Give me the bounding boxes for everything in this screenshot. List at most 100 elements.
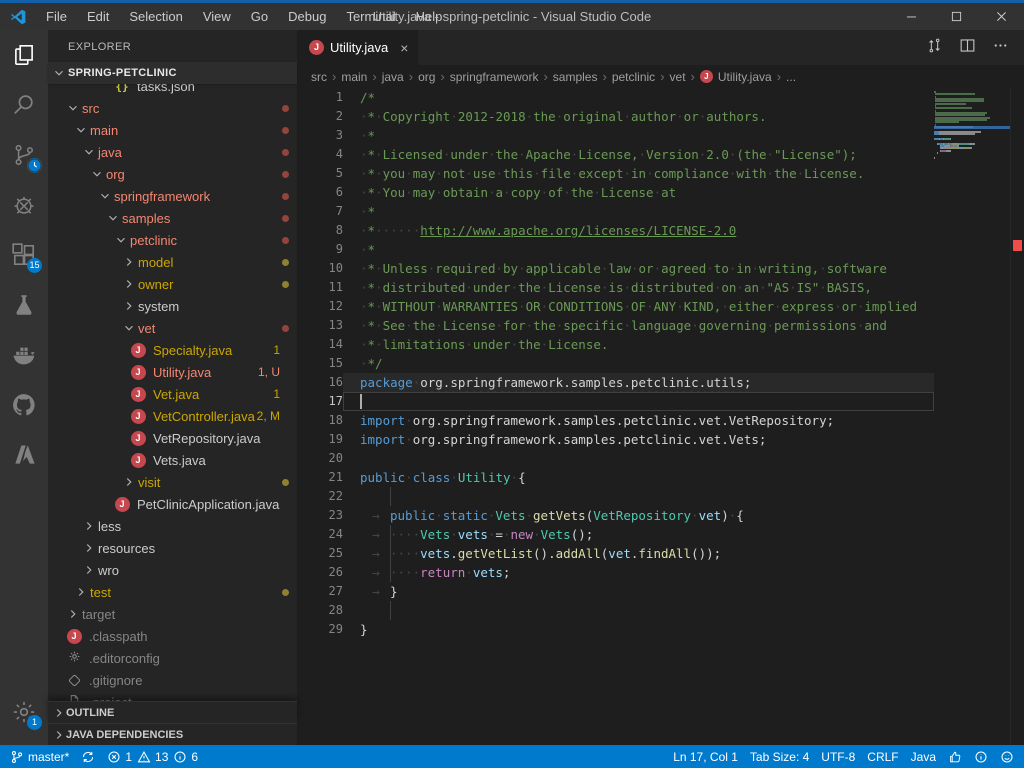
code-line-20[interactable]: 20: [297, 449, 934, 468]
code-line-18[interactable]: 18import·org.springframework.samples.pet…: [297, 411, 934, 430]
code-line-7[interactable]: 7·*: [297, 202, 934, 221]
breadcrumb-item-petclinic[interactable]: petclinic: [612, 70, 655, 84]
overview-ruler[interactable]: [1010, 88, 1024, 745]
code-line-15[interactable]: 15·*/: [297, 354, 934, 373]
tree-item-vet[interactable]: vet: [48, 317, 297, 339]
status-thumbsup[interactable]: [948, 750, 962, 764]
java-dependencies-panel-header[interactable]: JAVA DEPENDENCIES: [48, 723, 297, 745]
tree-item-target[interactable]: target: [48, 603, 297, 625]
tree-item-less[interactable]: less: [48, 515, 297, 537]
docker-icon[interactable]: [0, 330, 48, 380]
status-error[interactable]: 1: [107, 750, 132, 764]
tree-item--editorconfig[interactable]: .editorconfig: [48, 647, 297, 669]
menu-edit[interactable]: Edit: [78, 6, 118, 27]
status-problems[interactable]: 1136: [107, 750, 198, 764]
code-line-12[interactable]: 12·*·WITHOUT·WARRANTIES·OR·CONDITIONS·OF…: [297, 297, 934, 316]
breadcrumb-item-src[interactable]: src: [311, 70, 327, 84]
minimap[interactable]: [934, 88, 1010, 745]
code-line-3[interactable]: 3·*: [297, 126, 934, 145]
status-branch[interactable]: master*: [10, 750, 69, 764]
code-line-9[interactable]: 9·*: [297, 240, 934, 259]
tree-item-model[interactable]: model: [48, 251, 297, 273]
code-line-21[interactable]: 21public·class·Utility·{: [297, 468, 934, 487]
close-tab-icon[interactable]: ×: [400, 40, 408, 56]
tree-item-vetcontroller-java[interactable]: JVetController.java2, M: [48, 405, 297, 427]
status-java[interactable]: Java: [911, 750, 936, 764]
status-crlf[interactable]: CRLF: [867, 750, 898, 764]
azure-icon[interactable]: [0, 430, 48, 480]
split-editor-icon[interactable]: [958, 36, 977, 60]
code-line-27[interactable]: 27→}: [297, 582, 934, 601]
debug-icon[interactable]: [0, 180, 48, 230]
code-line-5[interactable]: 5·*·you·may·not·use·this·file·except·in·…: [297, 164, 934, 183]
menu-view[interactable]: View: [194, 6, 240, 27]
code-line-4[interactable]: 4·*·Licensed·under·the·Apache·License,·V…: [297, 145, 934, 164]
code-line-10[interactable]: 10·*·Unless·required·by·applicable·law·o…: [297, 259, 934, 278]
menu-go[interactable]: Go: [242, 6, 277, 27]
code-line-22[interactable]: 22: [297, 487, 934, 506]
breadcrumb-item-samples[interactable]: samples: [553, 70, 598, 84]
tree-item-java[interactable]: java: [48, 141, 297, 163]
code-line-23[interactable]: 23→public·static·Vets·getVets(VetReposit…: [297, 506, 934, 525]
code-line-2[interactable]: 2·*·Copyright·2012-2018·the·original·aut…: [297, 107, 934, 126]
open-changes-icon[interactable]: [925, 36, 944, 60]
tree-item-owner[interactable]: owner: [48, 273, 297, 295]
tree-item-samples[interactable]: samples: [48, 207, 297, 229]
menu-terminal[interactable]: Terminal: [337, 6, 404, 27]
code-line-14[interactable]: 14·*·limitations·under·the·License.: [297, 335, 934, 354]
menu-selection[interactable]: Selection: [120, 6, 191, 27]
status-sync[interactable]: [81, 750, 95, 764]
tree-item-test[interactable]: test: [48, 581, 297, 603]
status-warning[interactable]: 13: [137, 750, 168, 764]
code-line-28[interactable]: 28: [297, 601, 934, 620]
workspace-section-header[interactable]: SPRING-PETCLINIC: [48, 62, 297, 84]
tree-item-vets-java[interactable]: JVets.java: [48, 449, 297, 471]
tree-item-springframework[interactable]: springframework: [48, 185, 297, 207]
extensions-icon[interactable]: 15: [0, 230, 48, 280]
status-smiley[interactable]: [1000, 750, 1014, 764]
tree-item-system[interactable]: system: [48, 295, 297, 317]
tree-item-src[interactable]: src: [48, 97, 297, 119]
tree-item-main[interactable]: main: [48, 119, 297, 141]
code-editor[interactable]: 1/*2·*·Copyright·2012-2018·the·original·…: [297, 88, 934, 639]
settings-icon[interactable]: 1: [0, 687, 48, 737]
menu-file[interactable]: File: [37, 6, 76, 27]
code-line-16[interactable]: 16package·org.springframework.samples.pe…: [297, 373, 934, 392]
tree-item-petclinic[interactable]: petclinic: [48, 229, 297, 251]
github-icon[interactable]: [0, 380, 48, 430]
tree-item-vet-java[interactable]: JVet.java1: [48, 383, 297, 405]
code-line-8[interactable]: 8·*······http://www.apache.org/licenses/…: [297, 221, 934, 240]
close-button[interactable]: [979, 3, 1024, 30]
tree-item--classpath[interactable]: J.classpath: [48, 625, 297, 647]
tree-item-petclinicapplication-java[interactable]: JPetClinicApplication.java: [48, 493, 297, 515]
status-tab-size-4[interactable]: Tab Size: 4: [750, 750, 809, 764]
tree-item-vetrepository-java[interactable]: JVetRepository.java: [48, 427, 297, 449]
code-line-13[interactable]: 13·*·See·the·License·for·the·specific·la…: [297, 316, 934, 335]
breadcrumb-item-springframework[interactable]: springframework: [450, 70, 539, 84]
status-info[interactable]: [974, 750, 988, 764]
breadcrumb-item-java[interactable]: java: [382, 70, 404, 84]
tree-item-org[interactable]: org: [48, 163, 297, 185]
menu-help[interactable]: Help: [407, 6, 452, 27]
breadcrumb-item-utility-java[interactable]: JUtility.java: [700, 70, 772, 84]
tab-utility-java[interactable]: J Utility.java ×: [297, 30, 418, 65]
tree-item--gitignore[interactable]: .gitignore: [48, 669, 297, 691]
tree-item-utility-java[interactable]: JUtility.java1, U: [48, 361, 297, 383]
tree-item-specialty-java[interactable]: JSpecialty.java1: [48, 339, 297, 361]
code-line-11[interactable]: 11·*·distributed·under·the·License·is·di…: [297, 278, 934, 297]
code-line-29[interactable]: 29}: [297, 620, 934, 639]
tree-item-visit[interactable]: visit: [48, 471, 297, 493]
code-line-26[interactable]: 26→····return·vets;: [297, 563, 934, 582]
menu-debug[interactable]: Debug: [279, 6, 335, 27]
status-utf-8[interactable]: UTF-8: [821, 750, 855, 764]
code-line-25[interactable]: 25→····vets.getVetList().addAll(vet.find…: [297, 544, 934, 563]
minimize-button[interactable]: [889, 3, 934, 30]
test-icon[interactable]: [0, 280, 48, 330]
tree-item-wro[interactable]: wro: [48, 559, 297, 581]
maximize-button[interactable]: [934, 3, 979, 30]
status-ln-17-col-1[interactable]: Ln 17, Col 1: [673, 750, 738, 764]
breadcrumb-item--[interactable]: ...: [786, 70, 796, 84]
code-line-17[interactable]: 17: [297, 392, 934, 411]
tree-item--project[interactable]: .project: [48, 691, 297, 701]
breadcrumb-item-org[interactable]: org: [418, 70, 435, 84]
